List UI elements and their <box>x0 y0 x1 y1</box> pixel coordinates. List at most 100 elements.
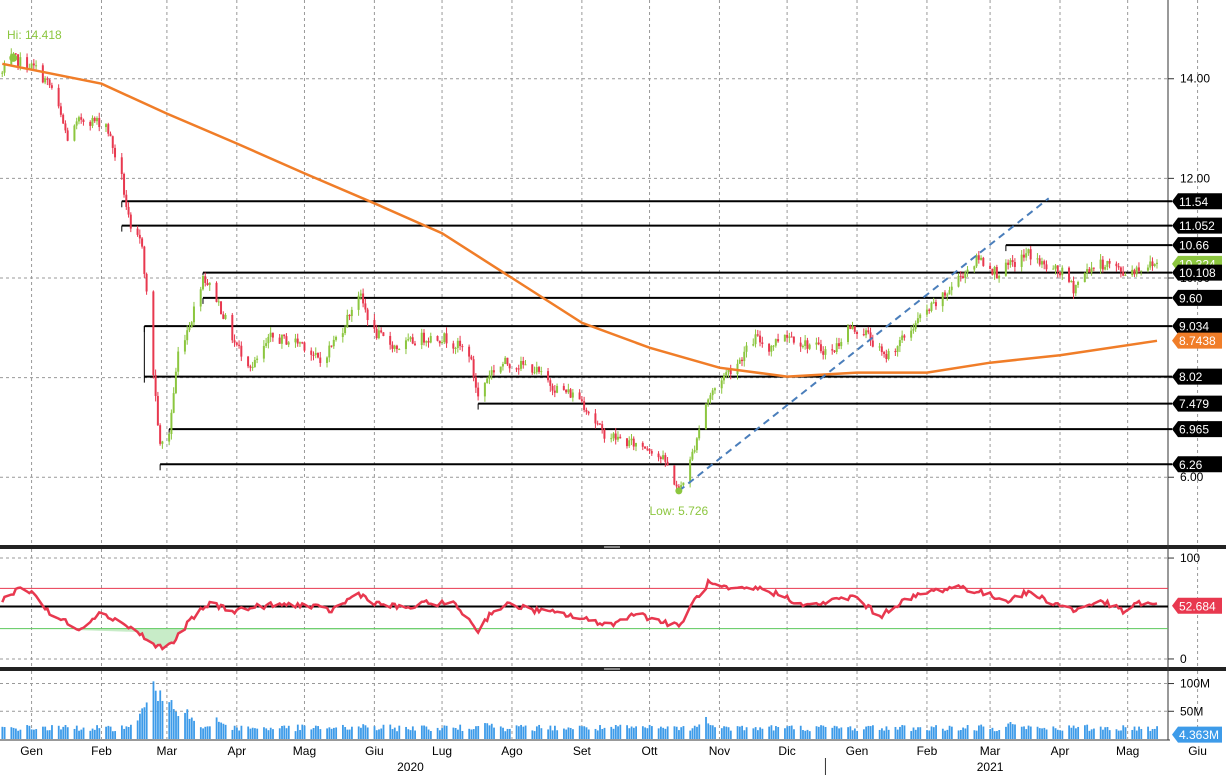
candle-body <box>980 257 983 260</box>
candle-body <box>862 334 865 336</box>
candle-body <box>835 343 838 352</box>
volume-bar <box>51 725 53 739</box>
volume-bar <box>409 730 412 739</box>
volume-bar <box>66 727 69 739</box>
candle-body <box>190 322 193 328</box>
volume-bar <box>398 725 401 739</box>
level-tag: 8.02 <box>1179 370 1203 384</box>
volume-bar <box>62 726 65 739</box>
volume-bar <box>136 720 139 739</box>
volume-bar <box>725 726 728 739</box>
candle-body <box>41 65 44 83</box>
candle-body <box>486 378 489 383</box>
candle-body <box>1140 270 1143 272</box>
volume-bar <box>894 726 897 739</box>
candle-body <box>468 346 471 357</box>
volume-bar <box>1011 724 1014 739</box>
volume-bar <box>42 726 44 739</box>
candle-body <box>456 340 459 348</box>
volume-bar <box>488 725 491 739</box>
candle-body <box>335 336 338 340</box>
candle-body <box>837 343 840 347</box>
volume-bar <box>535 726 538 739</box>
candle-body <box>840 341 843 347</box>
volume-bar <box>903 725 906 739</box>
volume-bar <box>502 727 504 739</box>
candle-body <box>698 429 701 439</box>
candle-body <box>1013 262 1016 267</box>
separator-handle[interactable] <box>604 546 620 548</box>
volume-bar <box>278 728 281 739</box>
volume-bar <box>1131 729 1134 739</box>
candle-body <box>1054 265 1057 269</box>
volume-bar <box>265 728 268 739</box>
candle-body <box>411 337 414 344</box>
separator-handle[interactable] <box>604 668 620 670</box>
volume-bar <box>822 725 825 739</box>
candle-body <box>964 272 967 278</box>
volume-bar <box>348 729 351 739</box>
volume-bar <box>130 724 132 739</box>
candle-body <box>57 87 60 107</box>
candle-body <box>506 357 509 365</box>
candle-body <box>312 354 315 356</box>
rsi-tick-label: 0 <box>1180 652 1187 666</box>
candle-body <box>894 351 897 353</box>
volume-bar <box>628 728 631 739</box>
candle-body <box>303 342 306 351</box>
candle-body <box>851 326 854 330</box>
volume-bar <box>1043 727 1046 739</box>
volume-bar <box>520 724 522 739</box>
candle-body <box>547 371 550 381</box>
candle-body <box>630 438 633 441</box>
candle-body <box>125 194 128 207</box>
volume-bar <box>738 726 741 739</box>
candle-body <box>743 351 746 362</box>
volume-bar <box>973 730 976 739</box>
volume-bar <box>217 721 220 739</box>
volume-bar <box>786 726 789 739</box>
candle-body <box>587 411 590 414</box>
volume-bar <box>344 727 347 739</box>
candle-body <box>973 266 976 270</box>
level-tag: 11.54 <box>1179 195 1208 209</box>
candle-body <box>533 372 536 374</box>
volume-bar <box>414 730 416 739</box>
candle-body <box>709 395 712 400</box>
candle-body <box>294 338 297 343</box>
volume-bar <box>1156 726 1158 739</box>
candle-body <box>204 276 207 283</box>
candle-body <box>429 336 432 343</box>
low-marker <box>675 487 683 495</box>
candle-body <box>136 228 139 235</box>
candle-body <box>930 302 933 311</box>
candle-body <box>389 335 392 345</box>
candle-body <box>601 424 604 430</box>
volume-bar <box>619 724 622 739</box>
candle-body <box>265 343 268 346</box>
volume-bar <box>423 725 425 739</box>
candle-body <box>404 340 407 350</box>
candle-body <box>283 334 286 337</box>
candle-body <box>443 333 446 343</box>
volume-bar <box>917 727 919 739</box>
volume-bar <box>366 727 369 739</box>
volume-bar <box>96 725 98 739</box>
candle-body <box>141 238 144 247</box>
volume-bar <box>493 727 495 739</box>
volume-bar <box>1072 725 1075 739</box>
volume-bar <box>48 730 51 739</box>
candle-body <box>808 344 811 349</box>
candle-body <box>382 332 385 336</box>
candle-body <box>1131 269 1134 276</box>
volume-bar <box>443 725 446 739</box>
candle-body <box>359 293 362 296</box>
volume-bar <box>1133 726 1136 739</box>
candle-body <box>310 350 313 355</box>
volume-bar <box>98 728 101 739</box>
candle-body <box>215 282 218 302</box>
candle-body <box>1146 267 1149 271</box>
volume-bar <box>208 726 211 739</box>
candle-body <box>594 413 597 424</box>
candle-body <box>966 269 969 273</box>
